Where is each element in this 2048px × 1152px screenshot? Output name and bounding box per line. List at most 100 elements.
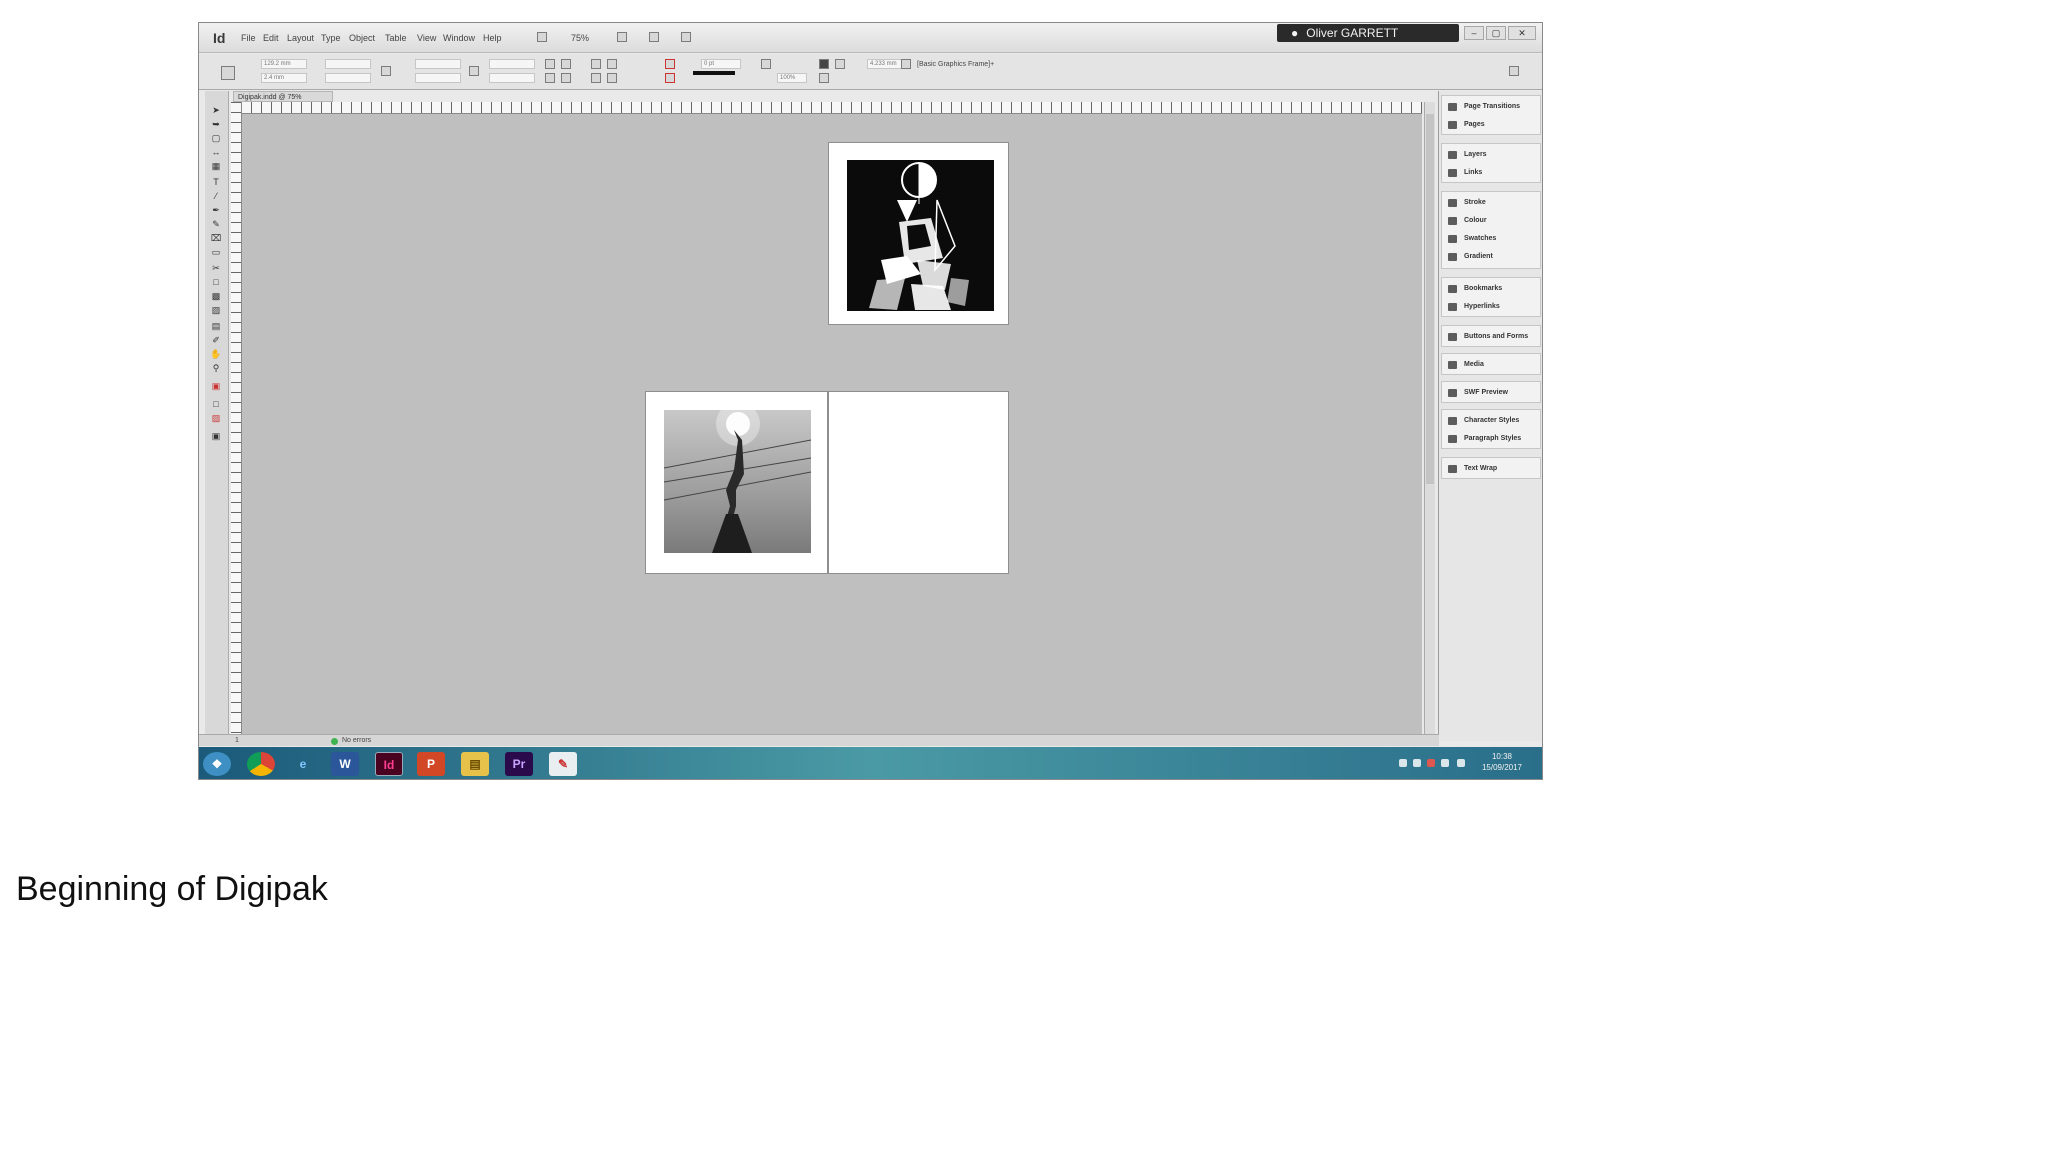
page-inner-right[interactable] [828, 391, 1009, 574]
tray-volume-icon[interactable] [1457, 759, 1465, 767]
reference-point-icon[interactable] [221, 66, 235, 80]
panel-bookmarks[interactable]: Bookmarks [1446, 282, 1540, 296]
bridge-icon[interactable] [537, 32, 547, 42]
fill-frame-icon[interactable] [819, 59, 829, 69]
maximize-button[interactable]: ▢ [1486, 26, 1506, 40]
gradient-feather-tool-icon[interactable]: ▨ [209, 305, 223, 316]
menu-window[interactable]: Window [443, 33, 475, 43]
panel-links[interactable]: Links [1446, 166, 1540, 180]
shear-field[interactable] [489, 73, 535, 83]
tray-network-icon[interactable] [1399, 759, 1407, 767]
scrollbar-thumb[interactable] [1426, 114, 1434, 484]
screen-mode-icon[interactable] [649, 32, 659, 42]
stroke-type-select[interactable] [693, 71, 735, 75]
fill-swatch-icon[interactable] [665, 59, 675, 69]
object-style-icon[interactable] [901, 59, 911, 69]
direct-selection-tool-icon[interactable]: ➥ [209, 119, 223, 130]
vertical-scrollbar[interactable] [1424, 102, 1435, 734]
select-content-icon[interactable] [591, 73, 601, 83]
zoom-level-select[interactable]: 75% [571, 33, 589, 43]
menu-edit[interactable]: Edit [263, 33, 279, 43]
rectangle-tool-icon[interactable]: ▭ [209, 247, 223, 258]
panel-gradient[interactable]: Gradient [1446, 250, 1540, 264]
menu-help[interactable]: Help [483, 33, 502, 43]
menu-table[interactable]: Table [385, 33, 407, 43]
arrange-documents-icon[interactable] [681, 32, 691, 42]
climbing-figure-photo[interactable] [663, 402, 812, 553]
constrain-scale-icon[interactable] [469, 66, 479, 76]
free-transform-tool-icon[interactable]: □ [209, 277, 223, 288]
flip-horizontal-icon[interactable] [561, 59, 571, 69]
height-field[interactable] [325, 73, 371, 83]
scale-y-field[interactable] [415, 73, 461, 83]
center-content-icon[interactable] [819, 73, 829, 83]
tray-flag-icon[interactable] [1441, 759, 1449, 767]
preflight-status-text[interactable]: No errors [342, 735, 371, 747]
select-container-icon[interactable] [591, 59, 601, 69]
panel-layers[interactable]: Layers [1446, 148, 1540, 162]
rectangle-frame-tool-icon[interactable]: ⌧ [209, 233, 223, 244]
pencil-tool-icon[interactable]: ✎ [209, 219, 223, 230]
panel-pages[interactable]: Pages [1446, 118, 1540, 132]
formatting-affects-icon[interactable]: □ [209, 399, 223, 410]
panel-swf-preview[interactable]: SWF Preview [1446, 386, 1540, 400]
select-previous-icon[interactable] [607, 59, 617, 69]
object-style-select[interactable]: [Basic Graphics Frame]+ [917, 59, 1027, 71]
note-tool-icon[interactable]: ▤ [209, 321, 223, 332]
panel-page-transitions[interactable]: Page Transitions [1446, 100, 1540, 114]
panel-text-wrap[interactable]: Text Wrap [1446, 462, 1540, 476]
stroke-weight-field[interactable]: 0 pt [701, 59, 741, 69]
panel-buttons-and-forms[interactable]: Buttons and Forms [1446, 330, 1540, 344]
page-inner-left[interactable] [645, 391, 828, 574]
user-badge[interactable]: ● Oliver GARRETT [1277, 24, 1459, 42]
gap-tool-icon[interactable]: ↔ [209, 147, 223, 158]
close-button[interactable]: ✕ [1508, 26, 1536, 40]
panel-character-styles[interactable]: Character Styles [1446, 414, 1540, 428]
menu-view[interactable]: View [417, 33, 436, 43]
pen-tool-icon[interactable]: ✒ [209, 205, 223, 216]
album-artwork-image[interactable] [847, 160, 994, 311]
stroke-swatch-icon[interactable] [665, 73, 675, 83]
scale-x-field[interactable] [415, 59, 461, 69]
panel-swatches[interactable]: Swatches [1446, 232, 1540, 246]
content-collector-icon[interactable]: ▦ [209, 161, 223, 172]
rotate-cw-icon[interactable] [545, 59, 555, 69]
document-tab[interactable]: Digipak.indd @ 75% [233, 91, 333, 102]
tray-cloud-icon[interactable] [1413, 759, 1421, 767]
flip-vertical-icon[interactable] [561, 73, 571, 83]
menu-type[interactable]: Type [321, 33, 341, 43]
apply-none-icon[interactable]: ▨ [209, 413, 223, 424]
panel-media[interactable]: Media [1446, 358, 1540, 372]
files-icon[interactable]: ▤ [461, 752, 489, 776]
panel-paragraph-styles[interactable]: Paragraph Styles [1446, 432, 1540, 446]
premiere-icon[interactable]: Pr [505, 752, 533, 776]
taskbar-clock[interactable]: 10:38 15/09/2017 [1472, 751, 1532, 773]
width-field[interactable] [325, 59, 371, 69]
indesign-icon[interactable]: Id [375, 752, 403, 776]
scissors-tool-icon[interactable]: ✂ [209, 263, 223, 274]
powerpoint-icon[interactable]: P [417, 752, 445, 776]
word-icon[interactable]: W [331, 752, 359, 776]
page-tool-icon[interactable]: ▢ [209, 133, 223, 144]
tray-adobe-icon[interactable] [1427, 759, 1435, 767]
eyedropper-tool-icon[interactable]: ✐ [209, 335, 223, 346]
rotate-ccw-icon[interactable] [545, 73, 555, 83]
ie-icon[interactable]: e [289, 752, 317, 776]
constrain-proportions-icon[interactable] [381, 66, 391, 76]
type-tool-icon[interactable]: T [209, 177, 223, 188]
panel-hyperlinks[interactable]: Hyperlinks [1446, 300, 1540, 314]
x-position-field[interactable]: 129.2 mm [261, 59, 307, 69]
opacity-field[interactable]: 100% [777, 73, 807, 83]
zoom-tool-icon[interactable]: ⚲ [209, 363, 223, 374]
screen-mode-tool-icon[interactable]: ▣ [209, 431, 223, 442]
reference-width-field[interactable]: 4.233 mm [867, 59, 903, 69]
hand-tool-icon[interactable]: ✋ [209, 349, 223, 360]
gradient-swatch-tool-icon[interactable]: ▩ [209, 291, 223, 302]
chrome-icon[interactable] [247, 752, 275, 776]
lightning-icon[interactable] [1509, 66, 1519, 76]
panel-stroke[interactable]: Stroke [1446, 196, 1540, 210]
fit-frame-icon[interactable] [835, 59, 845, 69]
start-icon[interactable]: ❖ [203, 752, 231, 776]
fit-content-icon[interactable] [761, 59, 771, 69]
line-tool-icon[interactable]: ⁄ [209, 191, 223, 202]
